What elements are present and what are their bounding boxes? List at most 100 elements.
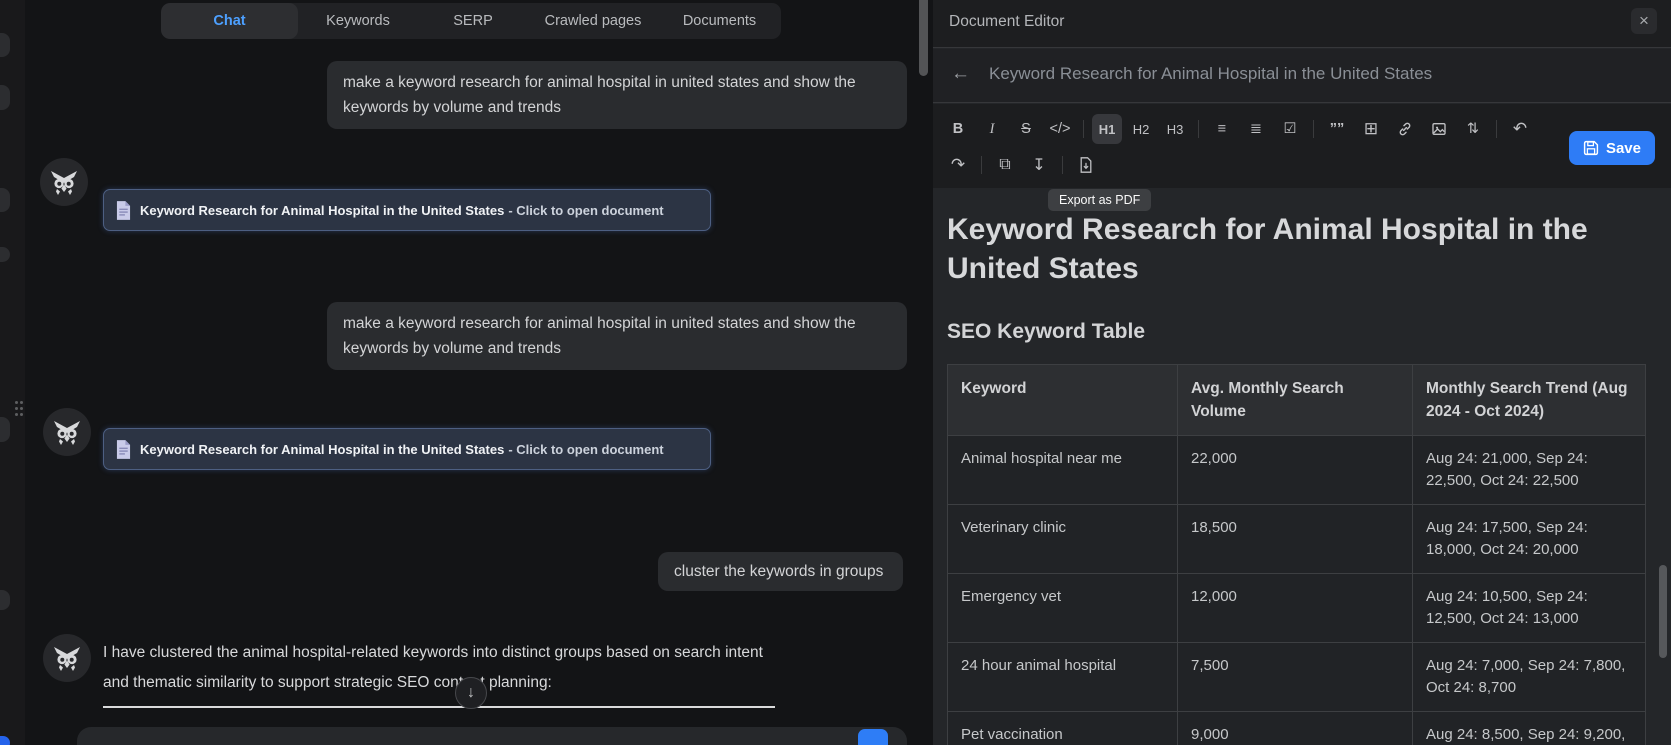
document-nav-row: ← Keyword Research for Animal Hospital i… bbox=[933, 49, 1671, 103]
table-row: 24 hour animal hospital 7,500 Aug 24: 7,00… bbox=[947, 642, 1646, 712]
user-message-bubble: make a keyword research for animal hospi… bbox=[327, 61, 907, 129]
tab-documents[interactable]: Documents bbox=[658, 3, 781, 39]
tab-crawled-pages[interactable]: Crawled pages bbox=[528, 3, 658, 39]
user-message-text: make a keyword research for animal hospi… bbox=[343, 74, 856, 116]
table-cell: Aug 24: 7,000, Sep 24: 7,800, Oct 24: 8,… bbox=[1412, 642, 1646, 712]
table-cell: Animal hospital near me bbox=[947, 435, 1178, 505]
image-icon bbox=[1432, 123, 1446, 135]
copy-button[interactable]: ⧉ bbox=[990, 150, 1020, 180]
italic-button[interactable]: I bbox=[977, 114, 1007, 144]
toolbar-separator bbox=[981, 156, 982, 174]
document-nav-title: Keyword Research for Animal Hospital in … bbox=[989, 64, 1433, 83]
tab-chat[interactable]: Chat bbox=[161, 3, 298, 39]
table-header-cell: Monthly Search Trend (Aug 2024 - Oct 202… bbox=[1412, 364, 1646, 436]
table-cell: 12,000 bbox=[1177, 573, 1413, 643]
toolbar-separator bbox=[1083, 120, 1084, 138]
user-message-bubble: make a keyword research for animal hospi… bbox=[327, 302, 907, 370]
back-arrow-icon: ← bbox=[951, 63, 970, 84]
bold-button[interactable]: B bbox=[943, 114, 973, 144]
editor-toolbar: B I S </> H1 H2 H3 ≡ ≣ ☑ ”” ⊞ ⇅ ↶ ↷ ⧉ ↧ … bbox=[933, 104, 1671, 211]
document-icon bbox=[116, 439, 131, 459]
document-chip-suffix: - Click to open document bbox=[508, 441, 664, 457]
strip-item-fragment bbox=[0, 247, 10, 262]
redo-button[interactable]: ↷ bbox=[943, 150, 973, 180]
toolbar-separator bbox=[1496, 120, 1497, 138]
table-cell: Aug 24: 17,500, Sep 24: 18,000, Oct 24: … bbox=[1412, 504, 1646, 574]
owl-icon bbox=[51, 171, 77, 195]
chat-input[interactable] bbox=[77, 727, 907, 745]
table-cell: 24 hour animal hospital bbox=[947, 642, 1178, 712]
owl-icon bbox=[54, 421, 80, 445]
document-editor-panel: Document Editor × ← Keyword Research for… bbox=[933, 0, 1671, 745]
table-cell: Pet vaccination bbox=[947, 711, 1178, 745]
table-header-cell: Avg. Monthly Search Volume bbox=[1177, 364, 1413, 436]
toolbar-separator bbox=[1313, 120, 1314, 138]
left-edge-strip bbox=[0, 0, 25, 745]
table-cell: Aug 24: 8,500, Sep 24: 9,200, Oct 24: 9,… bbox=[1412, 711, 1646, 745]
editor-scrollbar-thumb[interactable] bbox=[1659, 565, 1667, 658]
table-row: Veterinary clinic 18,500 Aug 24: 17,500, S… bbox=[947, 504, 1646, 574]
download-button[interactable]: ↧ bbox=[1024, 150, 1054, 180]
strip-item-fragment bbox=[0, 85, 10, 110]
tab-keywords[interactable]: Keywords bbox=[298, 3, 418, 39]
table-row: Pet vaccination 9,000 Aug 24: 8,500, Sep 2… bbox=[947, 711, 1646, 745]
bullet-list-button[interactable]: ≡ bbox=[1207, 114, 1237, 144]
table-body: Animal hospital near me 22,000 Aug 24: 21,… bbox=[947, 435, 1646, 745]
document-chip[interactable]: Keyword Research for Animal Hospital in … bbox=[103, 428, 711, 470]
document-chip[interactable]: Keyword Research for Animal Hospital in … bbox=[103, 189, 711, 231]
assistant-avatar bbox=[43, 634, 91, 682]
save-button[interactable]: Save bbox=[1568, 131, 1655, 165]
save-label: Save bbox=[1605, 139, 1641, 157]
code-button[interactable]: </> bbox=[1045, 114, 1075, 144]
toolbar-separator bbox=[1198, 120, 1199, 138]
strip-item-fragment bbox=[0, 33, 10, 57]
table-cell: 9,000 bbox=[1177, 711, 1413, 745]
user-message-text: make a keyword research for animal hospi… bbox=[343, 315, 856, 357]
task-list-button[interactable]: ☑ bbox=[1275, 114, 1305, 144]
document-chip-suffix: - Click to open document bbox=[508, 202, 664, 218]
back-button[interactable]: ← bbox=[951, 63, 970, 85]
tab-serp[interactable]: SERP bbox=[418, 3, 528, 39]
undo-button[interactable]: ↶ bbox=[1505, 114, 1535, 144]
link-icon bbox=[1399, 122, 1411, 136]
panel-title: Document Editor bbox=[949, 13, 1065, 30]
export-pdf-icon bbox=[1080, 157, 1092, 173]
document-title: Keyword Research for Animal Hospital in … bbox=[947, 213, 1588, 285]
drag-handle[interactable] bbox=[15, 401, 25, 419]
chat-tabbar: Chat Keywords SERP Crawled pages Documents bbox=[161, 3, 781, 39]
editor-header: Document Editor × bbox=[933, 0, 1671, 48]
blockquote-button[interactable]: ”” bbox=[1322, 114, 1352, 144]
strikethrough-button[interactable]: S bbox=[1011, 114, 1041, 144]
message-divider bbox=[103, 706, 775, 708]
document-chip-title: Keyword Research for Animal Hospital in … bbox=[140, 202, 505, 218]
export-pdf-button[interactable] bbox=[1071, 150, 1101, 180]
scroll-to-bottom-button[interactable]: ↓ bbox=[455, 677, 487, 709]
arrow-down-icon: ↓ bbox=[467, 684, 475, 701]
table-cell: Aug 24: 21,000, Sep 24: 22,500, Oct 24: … bbox=[1412, 435, 1646, 505]
heading3-button[interactable]: H3 bbox=[1160, 114, 1190, 144]
chat-scrollbar-thumb[interactable] bbox=[919, 0, 928, 76]
heading2-button[interactable]: H2 bbox=[1126, 114, 1156, 144]
image-button[interactable] bbox=[1424, 114, 1454, 144]
strip-item-fragment bbox=[0, 417, 10, 442]
document-chip-title: Keyword Research for Animal Hospital in … bbox=[140, 441, 505, 457]
chat-pane: Chat Keywords SERP Crawled pages Documents m… bbox=[15, 0, 933, 745]
table-header-row: Keyword Avg. Monthly Search Volume Monthly… bbox=[947, 364, 1646, 436]
table-cell: 18,500 bbox=[1177, 504, 1413, 574]
link-button[interactable] bbox=[1390, 114, 1420, 144]
table-row: Animal hospital near me 22,000 Aug 24: 21,… bbox=[947, 435, 1646, 505]
strip-item-fragment-blue bbox=[0, 736, 10, 745]
close-icon: × bbox=[1639, 11, 1649, 30]
insert-table-button[interactable]: ⊞ bbox=[1356, 114, 1386, 144]
close-button[interactable]: × bbox=[1631, 8, 1657, 34]
strip-item-fragment bbox=[0, 188, 10, 212]
user-message-bubble: cluster the keywords in groups bbox=[658, 552, 903, 591]
horizontal-rule-button[interactable]: ⇅ bbox=[1458, 114, 1488, 144]
document-content[interactable]: Keyword Research for Animal Hospital in … bbox=[933, 188, 1671, 745]
send-button[interactable] bbox=[858, 729, 888, 745]
table-cell: Emergency vet bbox=[947, 573, 1178, 643]
app-screen: Chat Keywords SERP Crawled pages Documents m… bbox=[0, 0, 1671, 745]
table-cell: Aug 24: 10,500, Sep 24: 12,500, Oct 24: … bbox=[1412, 573, 1646, 643]
ordered-list-button[interactable]: ≣ bbox=[1241, 114, 1271, 144]
heading1-button[interactable]: H1 bbox=[1092, 114, 1122, 144]
